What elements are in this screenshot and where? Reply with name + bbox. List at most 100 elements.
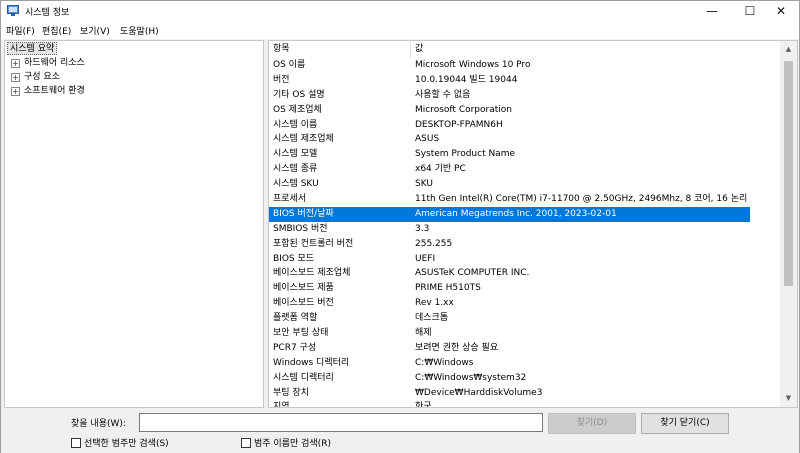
row-item-cell: 버전 — [273, 74, 290, 85]
row-value-cell: C:₩Windows — [415, 357, 474, 368]
close-icon: ✕ — [775, 4, 787, 18]
category-tree: 시스템 요약 + 하드웨어 리소스 + 구성 요소 + 소프트웨어 환경 — [4, 40, 264, 408]
scroll-down-icon[interactable]: ▼ — [780, 390, 797, 407]
row-value-cell: C:₩Windows₩system32 — [415, 372, 527, 383]
row-value-cell: System Product Name — [415, 149, 516, 160]
row-value-cell: DESKTOP-FPAMN6H — [415, 119, 503, 130]
system-info-app-icon — [7, 5, 19, 16]
vertical-scrollbar[interactable]: ▲ ▼ — [780, 41, 797, 407]
row-item-cell: 기타 OS 설명 — [273, 89, 325, 100]
row-item-cell: SMBIOS 버전 — [273, 223, 328, 234]
table-row[interactable]: 포함된 컨트롤러 버전 255.255 — [269, 237, 750, 252]
table-row[interactable]: 기타 OS 설명 사용할 수 없음 — [269, 88, 750, 103]
expand-icon[interactable]: + — [11, 58, 20, 68]
row-item-cell: BIOS 버전/날짜 — [273, 208, 334, 219]
row-value-cell: American Megatrends Inc. 2001, 2023-02-0… — [415, 208, 617, 219]
row-item-cell: OS 제조업체 — [273, 104, 322, 115]
table-row[interactable]: 프로세서 11th Gen Intel(R) Core(TM) i7-11700 … — [269, 192, 750, 207]
table-row[interactable]: 버전 10.0.19044 빌드 19044 — [269, 73, 750, 88]
menu-file[interactable]: 파일(F) — [6, 24, 35, 37]
row-value-cell: 사용할 수 없음 — [415, 89, 471, 100]
scroll-up-icon[interactable]: ▲ — [780, 41, 797, 58]
row-item-cell: 시스템 종류 — [273, 164, 318, 175]
row-item-cell: PCR7 구성 — [273, 342, 317, 353]
row-value-cell: 11th Gen Intel(R) Core(TM) i7-11700 @ 2.… — [415, 194, 749, 205]
row-value-cell: x64 기반 PC — [415, 164, 466, 175]
search-category-names-option[interactable]: 범주 이름만 검색(R) — [241, 436, 331, 449]
scrollbar-thumb[interactable] — [784, 61, 793, 286]
find-bar: 찾을 내용(W): 찾기(D) 찾기 닫기(C) 선택한 범주만 검색(S) 범… — [1, 410, 799, 453]
window-title: 시스템 정보 — [25, 8, 70, 18]
tree-item-hardware-resources[interactable]: + 하드웨어 리소스 — [11, 56, 85, 70]
row-value-cell: 보려면 권한 상승 필요 — [415, 342, 499, 353]
close-button[interactable]: ✕ — [763, 1, 799, 21]
row-value-cell: 해제 — [415, 328, 432, 339]
menu-edit[interactable]: 편집(E) — [42, 24, 71, 37]
expand-icon[interactable]: + — [11, 86, 20, 96]
table-row[interactable]: 베이스보드 버전 Rev 1.xx — [269, 296, 750, 311]
row-value-cell: 데스크톱 — [415, 313, 449, 324]
search-selected-category-option[interactable]: 선택한 범주만 검색(S) — [71, 436, 169, 449]
table-row[interactable]: 시스템 모델 System Product Name — [269, 147, 750, 162]
row-value-cell: 10.0.19044 빌드 19044 — [415, 74, 518, 85]
menu-bar: 파일(F) 편집(E) 보기(V) 도움말(H) — [1, 21, 799, 39]
maximize-icon: ☐ — [744, 4, 756, 18]
tree-item-software-environment[interactable]: + 소프트웨어 환경 — [11, 84, 85, 98]
tree-item-components[interactable]: + 구성 요소 — [11, 70, 60, 84]
row-item-cell: 베이스보드 제조업체 — [273, 268, 351, 279]
minimize-icon: — — [706, 4, 718, 18]
row-item-cell: 보안 부팅 상태 — [273, 328, 329, 339]
table-row[interactable]: 시스템 종류 x64 기반 PC — [269, 162, 750, 177]
table-row[interactable]: 시스템 제조업체 ASUS — [269, 132, 750, 147]
column-header-item[interactable]: 항목 — [269, 41, 411, 58]
find-input[interactable] — [139, 413, 543, 432]
column-header-value[interactable]: 값 — [411, 41, 749, 58]
system-info-window: 시스템 정보 — ☐ ✕ 파일(F) 편집(E) 보기(V) 도움말(H) 시스… — [0, 0, 800, 453]
table-row[interactable]: SMBIOS 버전 3.3 — [269, 222, 750, 237]
row-item-cell: 베이스보드 버전 — [273, 298, 334, 309]
table-row[interactable]: BIOS 버전/날짜 American Megatrends Inc. 2001,… — [269, 206, 750, 222]
table-row[interactable]: 베이스보드 제조업체 ASUSTeK COMPUTER INC. — [269, 266, 750, 281]
row-item-cell: 시스템 모델 — [273, 149, 318, 160]
row-value-cell: PRIME H510TS — [415, 283, 481, 294]
row-value-cell: ₩Device₩HarddiskVolume3 — [415, 387, 543, 398]
row-item-cell: OS 이름 — [273, 60, 306, 70]
find-button[interactable]: 찾기(D) — [548, 413, 636, 434]
table-row[interactable]: 부팅 장치 ₩Device₩HarddiskVolume3 — [269, 386, 750, 401]
table-row[interactable]: 플랫폼 역할 데스크톱 — [269, 311, 750, 326]
row-item-cell: BIOS 모드 — [273, 253, 315, 264]
checkbox[interactable] — [71, 437, 81, 448]
table-row[interactable]: 보안 부팅 상태 해제 — [269, 326, 750, 341]
checkbox[interactable] — [241, 437, 251, 448]
table-row[interactable]: 시스템 이름 DESKTOP-FPAMN6H — [269, 118, 750, 133]
find-label: 찾을 내용(W): — [71, 419, 126, 429]
minimize-button[interactable]: — — [694, 1, 730, 21]
tree-item-label: 하드웨어 리소스 — [24, 58, 85, 68]
row-item-cell: 시스템 제조업체 — [273, 134, 334, 145]
table-row[interactable]: 베이스보드 제품 PRIME H510TS — [269, 281, 750, 296]
table-row[interactable]: OS 이름 Microsoft Windows 10 Pro — [269, 58, 750, 73]
checkbox-label: 선택한 범주만 검색(S) — [84, 439, 169, 449]
table-row[interactable]: Windows 디렉터리 C:₩Windows — [269, 356, 750, 371]
table-row[interactable]: OS 제조업체 Microsoft Corporation — [269, 103, 750, 118]
close-find-button[interactable]: 찾기 닫기(C) — [641, 413, 729, 434]
table-row[interactable]: 시스템 디렉터리 C:₩Windows₩system32 — [269, 371, 750, 386]
row-value-cell: 255.255 — [415, 238, 453, 249]
row-item-cell: 베이스보드 제품 — [273, 283, 334, 294]
row-value-cell: 한국 — [415, 402, 432, 408]
table-row[interactable]: PCR7 구성 보려면 권한 상승 필요 — [269, 341, 750, 356]
row-item-cell: 프로세서 — [273, 194, 307, 205]
row-value-cell: Microsoft Corporation — [415, 104, 512, 115]
table-row[interactable]: 지역 한국 — [269, 400, 750, 408]
tree-item-system-summary[interactable]: 시스템 요약 — [7, 42, 58, 55]
table-row[interactable]: BIOS 모드 UEFI — [269, 252, 750, 267]
menu-help[interactable]: 도움말(H) — [120, 24, 159, 37]
menu-view[interactable]: 보기(V) — [80, 24, 110, 37]
expand-icon[interactable]: + — [11, 72, 20, 82]
details-rows: OS 이름 Microsoft Windows 10 Pro 버전 10.0.1904… — [269, 58, 750, 408]
row-item-cell: 부팅 장치 — [273, 387, 309, 398]
table-row[interactable]: 시스템 SKU SKU — [269, 177, 750, 192]
row-value-cell: UEFI — [415, 253, 436, 264]
tree-item-label: 소프트웨어 환경 — [24, 86, 85, 96]
row-item-cell: 시스템 SKU — [273, 179, 319, 190]
